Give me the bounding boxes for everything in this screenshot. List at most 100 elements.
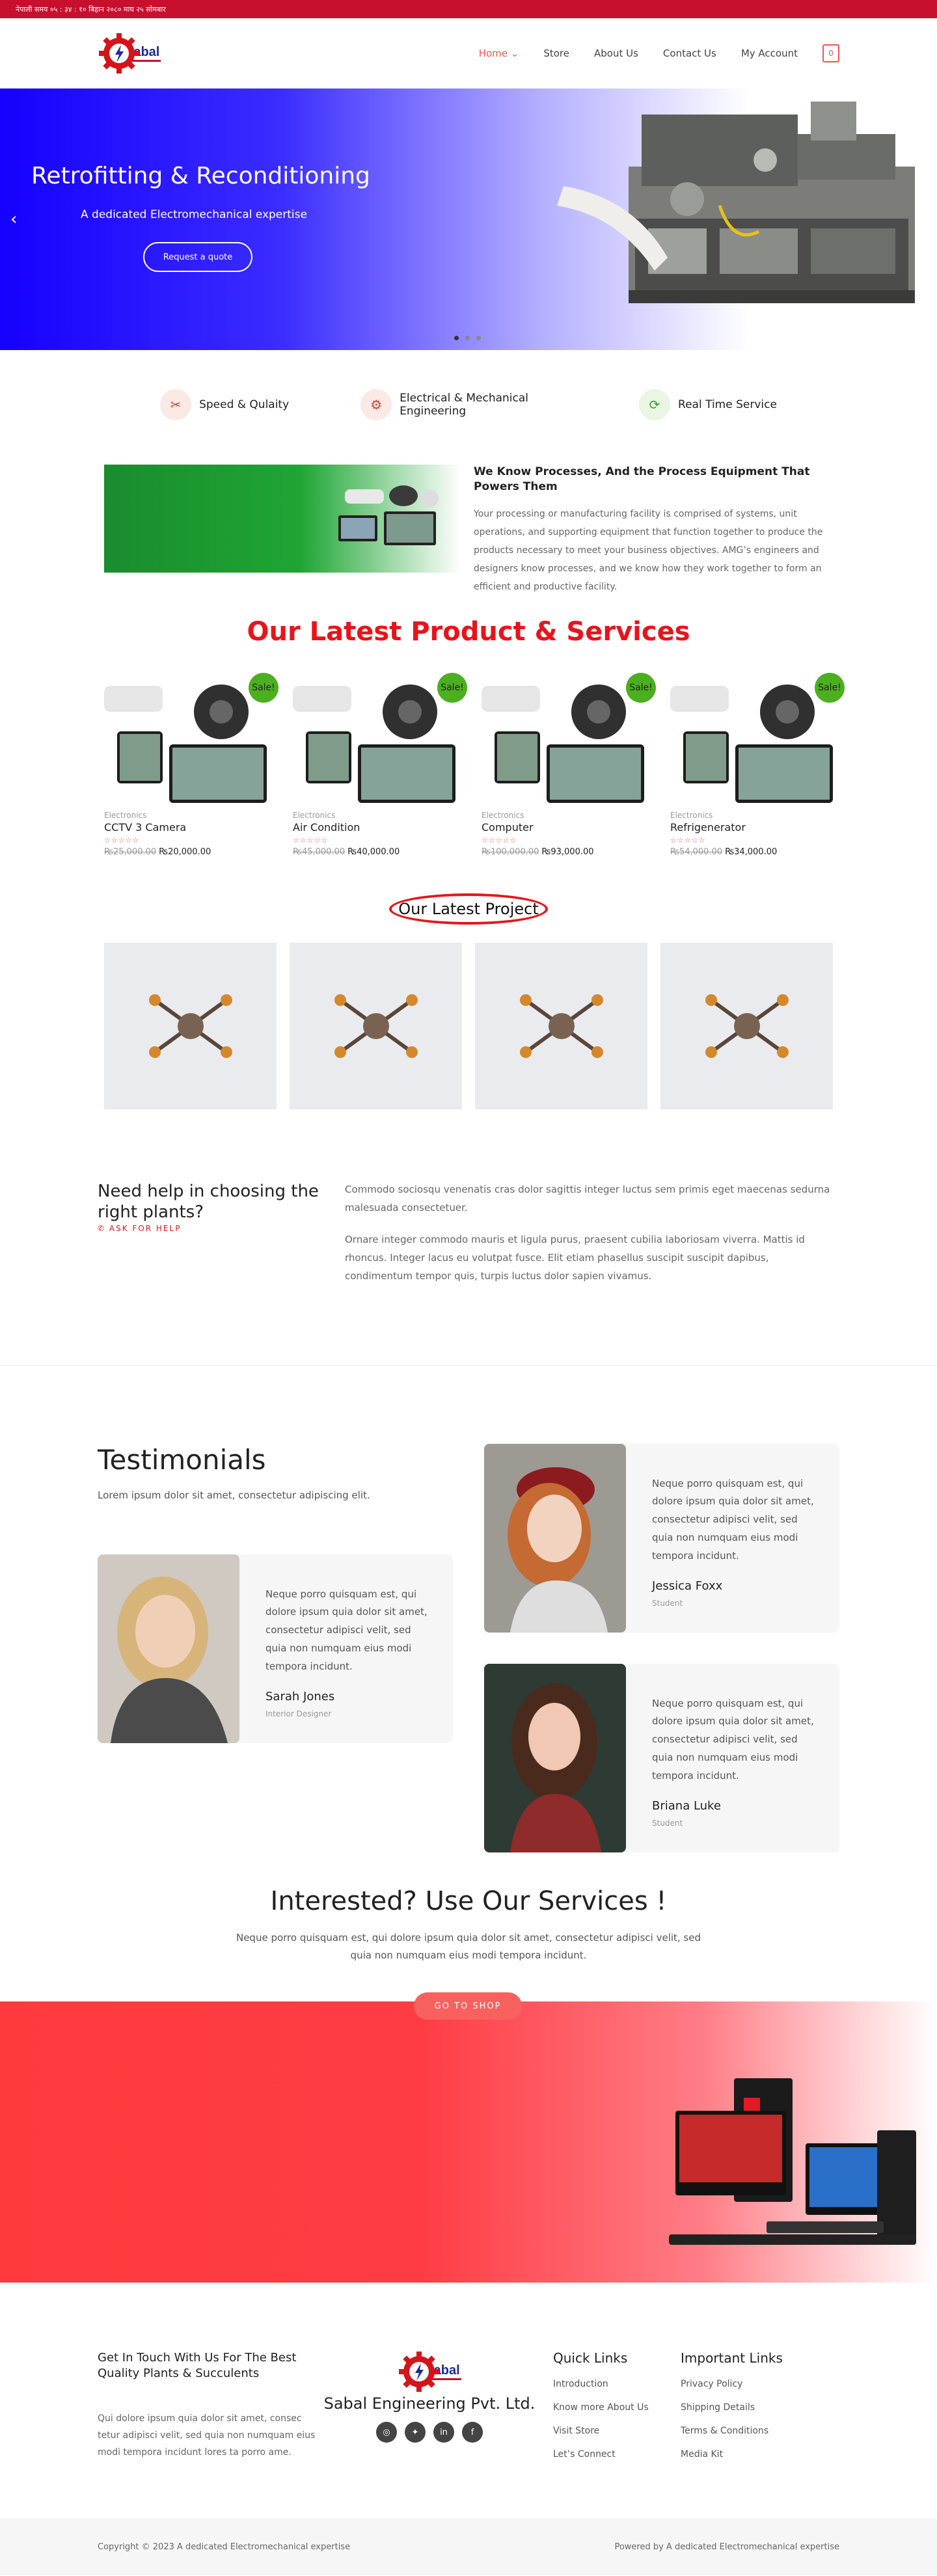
site-footer: Get In Touch With Us For The Best Qualit… [0, 2283, 937, 2518]
product-name[interactable]: Refrigenerator [670, 821, 846, 834]
main-nav: Home ⌄ Store About Us Contact Us My Acco… [479, 44, 839, 62]
twitter-icon[interactable]: ✦ [405, 2422, 426, 2443]
features-row: ✂ Speed & Qulaity ⚙ Electrical & Mechani… [0, 350, 937, 446]
quick-links-title: Quick Links [553, 2350, 628, 2366]
testimonial-role: Interior Designer [265, 1709, 332, 1718]
nav-store[interactable]: Store [543, 47, 569, 59]
go-to-shop-button[interactable]: GO TO SHOP [414, 1992, 522, 2020]
footer-link-about[interactable]: Know more About Us [553, 2402, 681, 2413]
drone-icon [334, 994, 418, 1058]
powered-by-text: Powered by A dedicated Electromechanical… [614, 2542, 839, 2552]
nav-home[interactable]: Home ⌄ [479, 47, 519, 59]
product-category: Electronics [670, 810, 713, 820]
avatar [484, 1663, 626, 1852]
cta-section: Interested? Use Our Services ! Neque por… [0, 1886, 937, 1992]
about-section: We Know Processes, And the Process Equip… [0, 446, 937, 596]
footer-contact-body: Qui dolore ipsum quia dolor sit amet, co… [98, 2413, 316, 2458]
about-body: Your processing or manufacturing facilit… [474, 508, 823, 592]
avatar [484, 1443, 626, 1633]
copyright-text: Copyright © 2023 A dedicated Electromech… [98, 2542, 351, 2552]
testimonials-title: Testimonials [98, 1443, 266, 1476]
product-grid: Sale! Electronics CCTV 3 Camera ☆☆☆☆☆ ₨2… [0, 672, 937, 857]
site-logo[interactable]: Sabal [98, 32, 161, 75]
testimonials-section: Testimonials Lorem ipsum dolor sit amet,… [0, 1366, 937, 1886]
footer-logo[interactable]: Sabal [319, 2350, 540, 2393]
product-category: Electronics [104, 810, 147, 820]
footer-link-connect[interactable]: Let’s Connect [553, 2449, 681, 2460]
footer-contact-title: Get In Touch With Us For The Best Qualit… [98, 2351, 297, 2380]
product-card[interactable]: Sale! Electronics CCTV 3 Camera ☆☆☆☆☆ ₨2… [104, 672, 280, 857]
help-paragraph: Commodo sociosqu venenatis cras dolor sa… [345, 1183, 830, 1213]
footer-link-privacy[interactable]: Privacy Policy [681, 2379, 821, 2389]
product-image[interactable]: Sale! [482, 672, 657, 803]
product-name[interactable]: Air Condition [293, 821, 468, 834]
product-card[interactable]: Sale! Electronics Refrigenerator ☆☆☆☆☆ ₨… [670, 672, 846, 857]
project-image[interactable] [660, 942, 833, 1109]
product-card[interactable]: Sale! Electronics Computer ☆☆☆☆☆ ₨100,00… [482, 672, 657, 857]
testimonial-card: Neque porro quisquam est, qui dolore ips… [98, 1554, 453, 1743]
product-image[interactable]: Sale! [293, 672, 468, 803]
slider-dot[interactable] [476, 336, 481, 340]
product-price: ₨45,000.00 ₨40,000.00 [293, 847, 400, 857]
footer-link-media-kit[interactable]: Media Kit [681, 2449, 821, 2460]
testimonial-name: Sarah Jones [265, 1689, 335, 1703]
instagram-icon[interactable]: ◎ [376, 2422, 397, 2443]
chevron-down-icon: ⌄ [510, 47, 519, 59]
slider-dot[interactable] [465, 336, 470, 340]
nav-contact-us[interactable]: Contact Us [663, 47, 716, 59]
product-name[interactable]: Computer [482, 821, 657, 834]
product-price: ₨100,000.00 ₨93,000.00 [482, 847, 594, 857]
nav-my-account[interactable]: My Account [741, 47, 798, 59]
slider-dot[interactable] [454, 336, 459, 340]
linkedin-icon[interactable]: in [433, 2422, 454, 2443]
social-links: ◎ ✦ in f [319, 2422, 540, 2443]
footer-link-introduction[interactable]: Introduction [553, 2379, 681, 2389]
rating-stars: ☆☆☆☆☆ [482, 835, 517, 845]
slider-next-arrow[interactable]: › [920, 210, 927, 229]
drone-icon [519, 994, 603, 1058]
cta-body: Neque porro quisquam est, qui dolore ips… [236, 1931, 701, 1962]
drone-icon [148, 994, 232, 1058]
cctv-banner-image [104, 465, 461, 573]
important-links-title: Important Links [681, 2350, 783, 2366]
slider-prev-arrow[interactable]: ‹ [10, 210, 17, 229]
product-name[interactable]: CCTV 3 Camera [104, 821, 280, 834]
products-section-title: Our Latest Product & Services [247, 616, 690, 647]
slider-dots [454, 336, 481, 340]
testimonial-name: Briana Luke [652, 1798, 721, 1813]
footer-link-terms[interactable]: Terms & Conditions [681, 2426, 821, 2436]
testimonials-lead: Lorem ipsum dolor sit amet, consectetur … [98, 1489, 370, 1501]
project-image[interactable] [104, 942, 277, 1109]
product-card[interactable]: Sale! Electronics Air Condition ☆☆☆☆☆ ₨4… [293, 672, 468, 857]
cart-icon[interactable]: 0 [822, 44, 839, 62]
help-paragraph: Ornare integer commodo mauris et ligula … [345, 1234, 805, 1282]
product-image[interactable]: Sale! [670, 672, 846, 803]
gears-icon: ⚙ [360, 389, 392, 420]
testimonial-name: Jessica Foxx [652, 1579, 723, 1593]
footer-brand-name: Sabal Engineering Pvt. Ltd. [323, 2394, 536, 2413]
footer-link-store[interactable]: Visit Store [553, 2426, 681, 2436]
request-quote-button[interactable]: Request a quote [143, 242, 252, 272]
sale-badge: Sale! [815, 672, 845, 703]
product-category: Electronics [293, 810, 336, 820]
help-section: Need help in choosing the right plants? … [0, 1109, 937, 1366]
testimonial-card: Neque porro quisquam est, qui dolore ips… [484, 1663, 839, 1852]
feature-label: Real Time Service [678, 398, 777, 411]
refresh-icon: ⟳ [639, 389, 671, 420]
tools-icon: ✂ [160, 389, 192, 420]
cart-count: 0 [828, 49, 834, 58]
nav-about-us[interactable]: About Us [594, 47, 638, 59]
product-category: Electronics [482, 810, 524, 820]
testimonial-role: Student [652, 1598, 683, 1608]
feature-speed-quality: ✂ Speed & Qulaity [160, 389, 289, 420]
topbar: नेपाली समय ०५ : ३४ : १० बिहान २०८० माघ २… [0, 0, 937, 18]
nepali-date-text: नेपाली समय ०५ : ३४ : १० बिहान २०८० माघ २… [16, 5, 166, 14]
project-image[interactable] [475, 942, 647, 1109]
project-image[interactable] [290, 942, 462, 1109]
ask-for-help-link[interactable]: ✆ ASK FOR HELP [98, 1224, 181, 1233]
cta-title: Interested? Use Our Services ! [270, 1886, 667, 1916]
rating-stars: ☆☆☆☆☆ [104, 835, 140, 845]
facebook-icon[interactable]: f [462, 2422, 483, 2443]
product-image[interactable]: Sale! [104, 672, 280, 803]
footer-link-shipping[interactable]: Shipping Details [681, 2402, 821, 2413]
